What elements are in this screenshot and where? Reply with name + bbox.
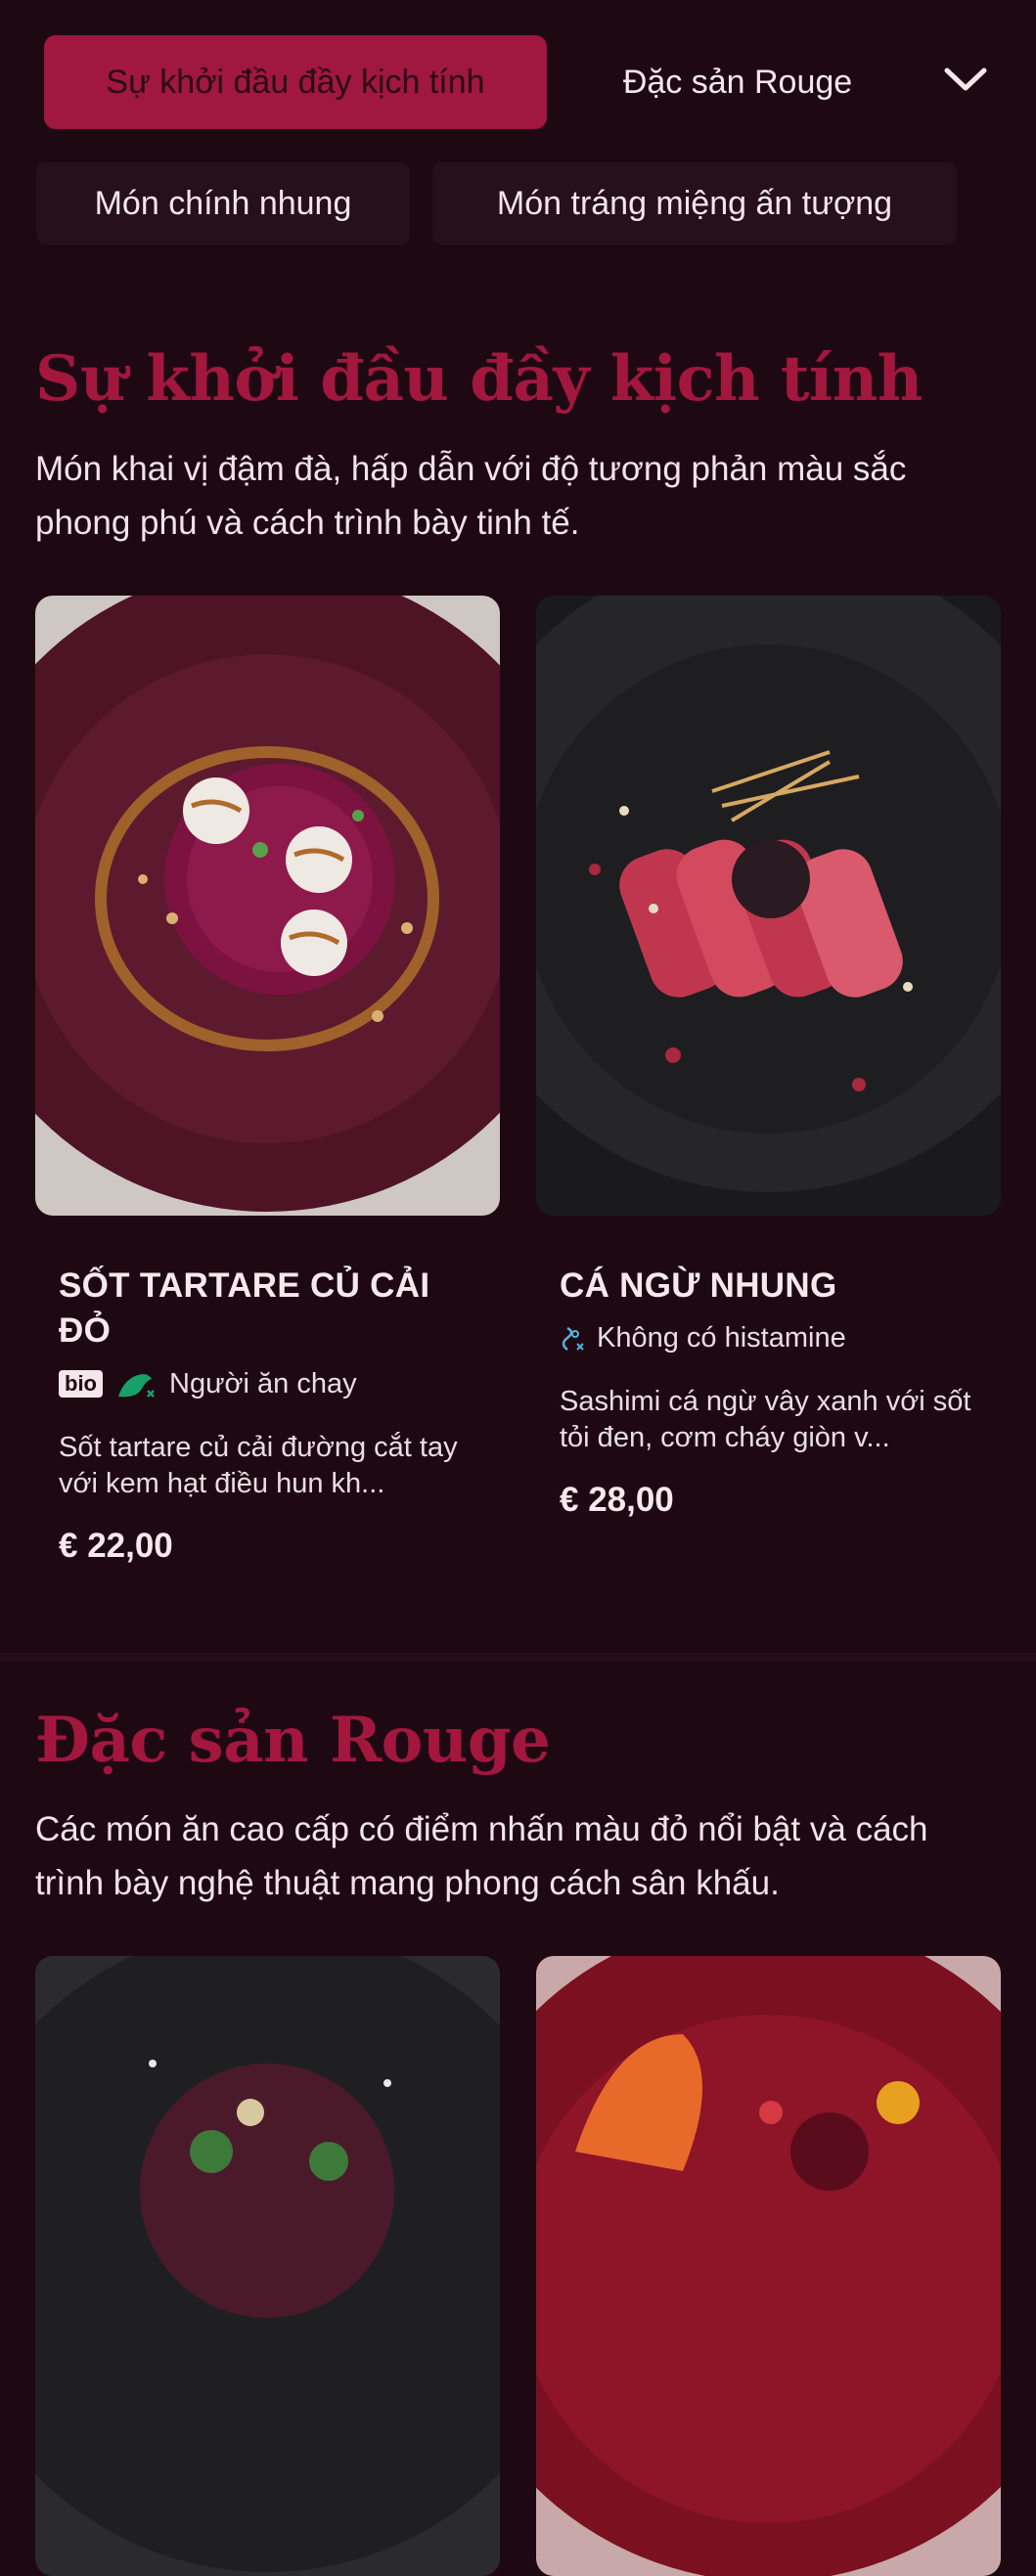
menu-item-card[interactable] [35,1956,500,2576]
dish-description: Sashimi cá ngừ vây xanh với sốt tỏi đen,… [560,1386,971,1453]
dish-photo [536,596,1001,1216]
dish-name: CÁ NGỪ NHUNG [560,1266,837,1305]
histamine-free-icon [562,1326,584,1351]
section-title: Sự khởi đầu đầy kịch tính [35,342,923,416]
vegetarian-icon [118,1374,155,1398]
section-title: Đặc sản Rouge [35,1704,551,1777]
section-divider [0,1653,1036,1661]
tab-rouge-specialties[interactable]: Đặc sản Rouge [587,35,888,129]
dish-description: Sốt tartare củ cải đường cắt tay với kem… [59,1432,458,1499]
bio-badge: bio [59,1370,103,1398]
dietary-tag: Người ăn chay [169,1367,357,1399]
tab-velvet-mains[interactable]: Món chính nhung [36,162,410,244]
dish-photo [35,1956,500,2576]
dish-name: SỐT TARTARE CỦ CẢI ĐỎ [59,1266,430,1350]
menu-item-card[interactable]: SỐT TARTARE CỦ CẢI ĐỎ bio Người ăn chay … [35,596,500,1566]
chevron-down-icon[interactable] [941,63,990,107]
dish-photo [35,596,500,1216]
menu-item-card[interactable] [536,1956,1001,2576]
section-description: Món khai vị đậm đà, hấp dẫn với độ tương… [35,450,907,542]
menu-item-card[interactable]: CÁ NGỪ NHUNG Không có histamine Sashimi … [536,596,1001,1520]
tab-desserts[interactable]: Món tráng miệng ấn tượng [432,162,957,244]
dish-price: € 22,00 [59,1527,173,1565]
dietary-tag: Không có histamine [597,1322,846,1354]
tab-starters[interactable]: Sự khởi đầu đầy kịch tính [44,35,547,129]
section-description: Các món ăn cao cấp có điểm nhấn màu đỏ n… [35,1810,928,1902]
dish-price: € 28,00 [560,1481,674,1519]
dish-photo [536,1956,1001,2576]
